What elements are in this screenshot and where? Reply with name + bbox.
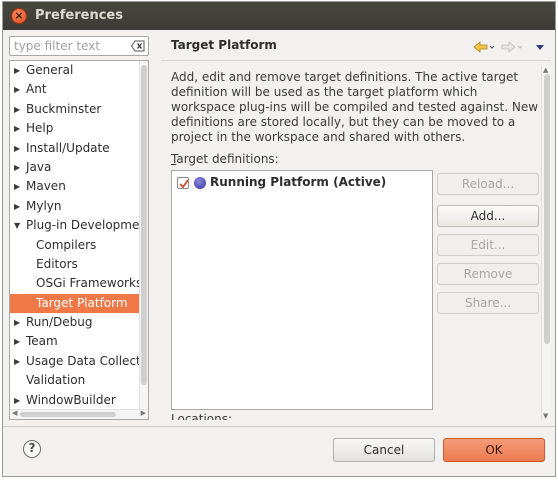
collapsed-arrow-icon[interactable]: ▶ (14, 119, 22, 138)
scroll-left-icon[interactable]: ◀ (12, 409, 17, 417)
collapsed-arrow-icon[interactable]: ▶ (14, 197, 22, 216)
tree-item[interactable]: OSGi Frameworks (10, 274, 143, 293)
tree-item-label: Install/Update (26, 140, 110, 155)
back-arrow-icon[interactable] (473, 41, 495, 53)
target-platform-icon (194, 177, 206, 189)
tree-item-label: Usage Data Collecto (26, 353, 149, 368)
cancel-button[interactable]: Cancel (333, 438, 435, 462)
tree-item[interactable]: ▶ Team (10, 332, 140, 351)
tree-item-label: Compilers (36, 237, 97, 252)
tree-item[interactable]: ▶ Usage Data Collecto (10, 352, 148, 371)
tree-item[interactable]: Target Platform (10, 293, 140, 314)
tree-item-label: Target Platform (36, 295, 128, 310)
page-vertical-scrollbar[interactable]: ▲ ▼ (541, 66, 551, 420)
tree-item-label: Ant (26, 82, 47, 97)
tree-item[interactable]: ▶ Ant (10, 80, 140, 99)
scroll-right-icon[interactable]: ▶ (141, 409, 146, 417)
tree-horizontal-scrollbar[interactable]: ◀ ▶ (10, 409, 148, 419)
tree-item[interactable]: ▶ Run/Debug (10, 313, 140, 332)
remove-button[interactable]: Remove (437, 263, 539, 285)
collapsed-arrow-icon[interactable]: ▶ (14, 313, 22, 332)
locations-label: Locations: (171, 412, 233, 420)
collapsed-arrow-icon[interactable]: ▶ (14, 332, 22, 351)
clear-filter-icon[interactable] (131, 40, 145, 52)
help-icon[interactable]: ? (23, 440, 41, 458)
tree-item-label: Validation (26, 373, 86, 388)
tree-item-label: Plug-in Developmen (26, 218, 147, 233)
forward-arrow-icon[interactable] (501, 41, 523, 53)
ok-button[interactable]: OK (443, 438, 545, 462)
collapsed-arrow-icon[interactable]: ▶ (14, 391, 22, 410)
tree-item[interactable]: ▶ Mylyn (10, 197, 140, 216)
collapsed-arrow-icon[interactable]: ▶ (14, 139, 22, 158)
tree-item-label: Run/Debug (26, 315, 93, 330)
tree-item-label: Help (26, 121, 54, 136)
tree-item[interactable]: ▶ WindowBuilder (10, 391, 140, 410)
close-icon[interactable]: × (11, 8, 27, 24)
collapsed-arrow-icon[interactable]: ▶ (14, 80, 22, 99)
tree-item[interactable]: ▼ Plug-in Developmen (10, 216, 147, 235)
preference-tree: ▶ General ▶ Ant ▶ Buckminster ▶ Help ▶ Install/Up… (9, 60, 149, 420)
header-divider (161, 60, 551, 61)
add-button[interactable]: Add... (437, 205, 539, 227)
tree-item[interactable]: ▶ General (10, 61, 140, 80)
collapsed-arrow-icon[interactable]: ▶ (14, 177, 22, 196)
window-title: Preferences (35, 8, 123, 23)
tree-item[interactable]: ▶ Help (10, 119, 140, 138)
tree-item[interactable]: ▶ Maven (10, 177, 140, 196)
scrollbar-thumb[interactable] (20, 412, 116, 417)
preferences-dialog: × Preferences ▶ General ▶ Ant ▶ Buckminster ▶ H… (2, 1, 556, 477)
scroll-down-icon[interactable]: ▼ (543, 412, 548, 420)
tree-item-label: Team (26, 334, 58, 349)
scroll-up-icon[interactable]: ▲ (543, 66, 548, 74)
collapsed-arrow-icon[interactable]: ▶ (14, 158, 22, 177)
target-label: Running Platform (Active) (210, 175, 387, 189)
tree-item-label: Editors (36, 256, 78, 271)
scrollbar-thumb[interactable] (544, 74, 550, 344)
tree-item[interactable]: ▶ Java (10, 158, 140, 177)
target-definitions-list[interactable]: Running Platform (Active) (171, 170, 433, 410)
tree-item[interactable]: Validation (10, 371, 140, 390)
edit-button[interactable]: Edit... (437, 234, 539, 256)
collapsed-arrow-icon[interactable]: ▶ (14, 352, 22, 371)
tree-item-label: Buckminster (26, 101, 102, 116)
tree-item[interactable]: Editors (10, 255, 140, 274)
active-checkbox[interactable] (177, 177, 189, 189)
tree-item-label: General (26, 63, 74, 77)
tree-item-label: WindowBuilder (26, 392, 116, 407)
page-navigation (473, 41, 544, 53)
collapsed-arrow-icon[interactable]: ▶ (14, 100, 22, 119)
scrollbar-thumb[interactable] (141, 65, 147, 385)
tree-item[interactable]: Compilers (10, 236, 140, 255)
share-button[interactable]: Share... (437, 292, 539, 314)
checkmark-icon (179, 179, 189, 189)
tree-list: ▶ General ▶ Ant ▶ Buckminster ▶ Help ▶ Install/Up… (10, 61, 148, 410)
title-bar: × Preferences (3, 2, 555, 30)
tree-item-label: OSGi Frameworks (36, 276, 143, 291)
page-title: Target Platform (171, 38, 277, 52)
filter-input[interactable] (12, 38, 128, 54)
collapsed-arrow-icon[interactable]: ▶ (14, 61, 22, 80)
expanded-arrow-icon[interactable]: ▼ (14, 216, 22, 235)
reload-button[interactable]: Reload... (437, 173, 539, 195)
tree-item[interactable]: ▶ Buckminster (10, 100, 140, 119)
tree-item-label: Mylyn (26, 198, 62, 213)
target-definitions-label: Target definitions: (171, 152, 279, 166)
filter-box (9, 36, 149, 56)
footer-divider (3, 426, 555, 427)
tree-item-label: Maven (26, 179, 66, 194)
tree-vertical-scrollbar[interactable] (139, 61, 148, 409)
page-description: Add, edit and remove target definitions.… (171, 70, 539, 144)
tree-item[interactable]: ▶ Install/Update (10, 139, 140, 158)
view-menu-icon[interactable] (536, 45, 544, 50)
tree-item-label: Java (26, 159, 52, 174)
